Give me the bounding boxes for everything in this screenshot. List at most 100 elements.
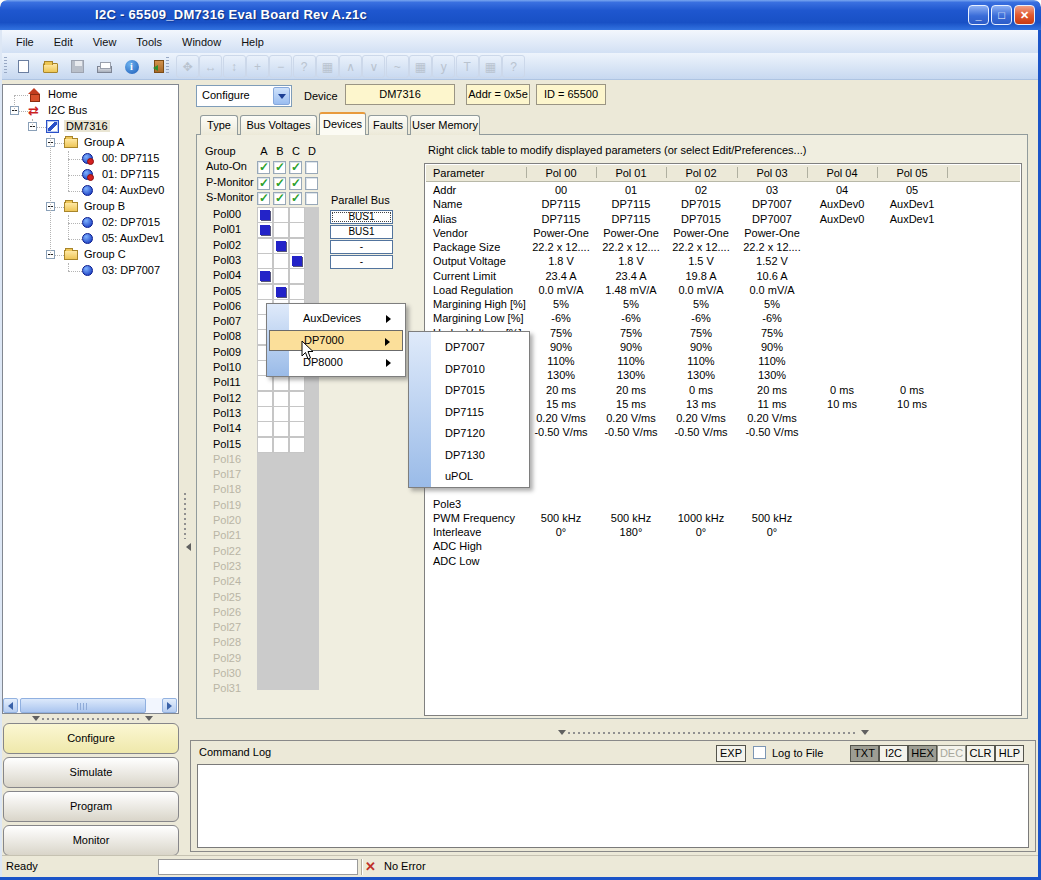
submenu-item[interactable]: DP7007 — [411, 337, 527, 358]
tab-devices[interactable]: Devices — [319, 112, 366, 135]
exp-button[interactable]: EXP — [716, 745, 746, 762]
tab-bus-voltages[interactable]: Bus Voltages — [240, 115, 317, 135]
checkbox-checked[interactable] — [289, 177, 302, 190]
pol-grid-cell[interactable] — [273, 421, 289, 437]
pol-grid-cell[interactable] — [273, 253, 289, 269]
tree-item[interactable]: Group C — [3, 247, 178, 263]
checkbox-checked[interactable] — [289, 192, 302, 205]
pol-grid-cell[interactable] — [273, 268, 289, 284]
checkbox-checked[interactable] — [273, 192, 286, 205]
tree-item[interactable]: 03: DP7007 — [3, 263, 178, 279]
open-file-button[interactable] — [39, 55, 62, 78]
pol-grid-cell[interactable] — [273, 437, 289, 453]
checkbox-checked[interactable] — [257, 161, 270, 174]
pol-grid-cell[interactable] — [289, 238, 305, 254]
pol-grid-cell[interactable] — [257, 222, 273, 238]
maximize-button[interactable]: □ — [991, 5, 1012, 25]
parallel-bus-slot[interactable]: - — [330, 240, 393, 254]
tree-item[interactable]: Group B — [3, 199, 178, 215]
command-log-text[interactable] — [197, 764, 1029, 848]
pol-grid-cell[interactable] — [289, 437, 305, 453]
submenu-item[interactable]: DP7015 — [411, 380, 527, 401]
pol-grid-cell[interactable] — [273, 207, 289, 223]
pol-grid-cell[interactable] — [289, 253, 305, 269]
menu-help[interactable]: Help — [231, 33, 274, 51]
pol-grid-cell[interactable] — [289, 222, 305, 238]
tab-user-memory[interactable]: User Memory — [410, 115, 480, 135]
checkbox-checked[interactable] — [257, 192, 270, 205]
new-file-button[interactable] — [12, 55, 35, 78]
pol-grid-cell[interactable] — [289, 375, 305, 391]
submenu-item[interactable]: DP7115 — [411, 402, 527, 423]
tree-item[interactable]: 01: DP7115 — [3, 167, 178, 183]
context-menu-item[interactable]: DP7000 — [269, 330, 403, 351]
checkbox-checked[interactable] — [273, 161, 286, 174]
pol-grid-cell[interactable] — [273, 284, 289, 300]
nav-simulate-button[interactable]: Simulate — [3, 757, 179, 788]
checkbox-checked[interactable] — [289, 161, 302, 174]
log-clr-button[interactable]: CLR — [966, 745, 995, 762]
parallel-bus-slot[interactable]: BUS1 — [330, 225, 393, 239]
checkbox-unchecked[interactable] — [305, 161, 318, 174]
menu-view[interactable]: View — [83, 33, 127, 51]
tree-item[interactable]: 02: DP7015 — [3, 215, 178, 231]
parallel-bus-slot[interactable]: - — [330, 255, 393, 269]
tree-item[interactable]: Group A — [3, 135, 178, 151]
mode-combobox[interactable]: Configure — [196, 85, 292, 107]
log-txt-button[interactable]: TXT — [850, 745, 879, 762]
pol-grid-cell[interactable] — [289, 421, 305, 437]
tree-item[interactable]: ⇄I2C Bus — [3, 103, 178, 119]
pol-grid-cell[interactable] — [257, 207, 273, 223]
print-button[interactable] — [93, 55, 116, 78]
info-button[interactable]: i — [120, 55, 143, 78]
pol-grid-cell[interactable] — [257, 437, 273, 453]
pol-grid-cell[interactable] — [289, 406, 305, 422]
close-button[interactable]: ✕ — [1014, 5, 1035, 25]
error-clear-icon[interactable]: ✕ — [362, 859, 378, 875]
pol-grid-cell[interactable] — [257, 284, 273, 300]
pol-grid-cell[interactable] — [257, 391, 273, 407]
checkbox-checked[interactable] — [273, 177, 286, 190]
tab-type[interactable]: Type — [200, 115, 238, 135]
menu-window[interactable]: Window — [172, 33, 231, 51]
checkbox-unchecked[interactable] — [305, 192, 318, 205]
pol-grid-cell[interactable] — [289, 207, 305, 223]
menu-file[interactable]: File — [6, 33, 44, 51]
pol-grid-cell[interactable] — [273, 238, 289, 254]
chevron-down-icon[interactable] — [273, 87, 290, 105]
pol-grid-cell[interactable] — [289, 391, 305, 407]
submenu-item[interactable]: DP7010 — [411, 359, 527, 380]
parallel-bus-slot[interactable]: BUS1 — [330, 210, 393, 224]
pol-grid-cell[interactable] — [273, 391, 289, 407]
log-horizontal-splitter[interactable] — [556, 729, 871, 737]
menu-tools[interactable]: Tools — [126, 33, 172, 51]
scroll-left-button[interactable] — [3, 698, 18, 713]
context-menu-item[interactable]: DP8000 — [269, 352, 403, 373]
submenu-item[interactable]: uPOL — [411, 466, 527, 487]
vertical-splitter[interactable] — [182, 493, 188, 553]
submenu-item[interactable]: DP7120 — [411, 423, 527, 444]
pol-grid-cell[interactable] — [257, 421, 273, 437]
pol-grid-cell[interactable] — [273, 406, 289, 422]
pol-grid-cell[interactable] — [273, 375, 289, 391]
pol-grid-cell[interactable] — [289, 284, 305, 300]
log-hex-button[interactable]: HEX — [908, 745, 937, 762]
pol-grid-cell[interactable] — [273, 222, 289, 238]
tree-item[interactable]: 00: DP7115 — [3, 151, 178, 167]
nav-program-button[interactable]: Program — [3, 791, 179, 822]
submenu-item[interactable]: DP7130 — [411, 445, 527, 466]
nav-monitor-button[interactable]: Monitor — [3, 825, 179, 856]
checkbox-unchecked[interactable] — [305, 177, 318, 190]
minimize-button[interactable]: _ — [968, 5, 989, 25]
checkbox-checked[interactable] — [257, 177, 270, 190]
tree-item[interactable]: DM7316 — [3, 119, 178, 135]
context-menu-item[interactable]: AuxDevices — [269, 308, 403, 329]
scrollbar-thumb[interactable] — [20, 698, 146, 713]
pol-grid-cell[interactable] — [257, 406, 273, 422]
menu-edit[interactable]: Edit — [44, 33, 83, 51]
pol-grid-cell[interactable] — [289, 268, 305, 284]
log-to-file-checkbox[interactable] — [753, 746, 766, 759]
tab-faults[interactable]: Faults — [368, 115, 408, 135]
tree-item[interactable]: 04: AuxDev0 — [3, 183, 178, 199]
pol-grid-cell[interactable] — [257, 268, 273, 284]
